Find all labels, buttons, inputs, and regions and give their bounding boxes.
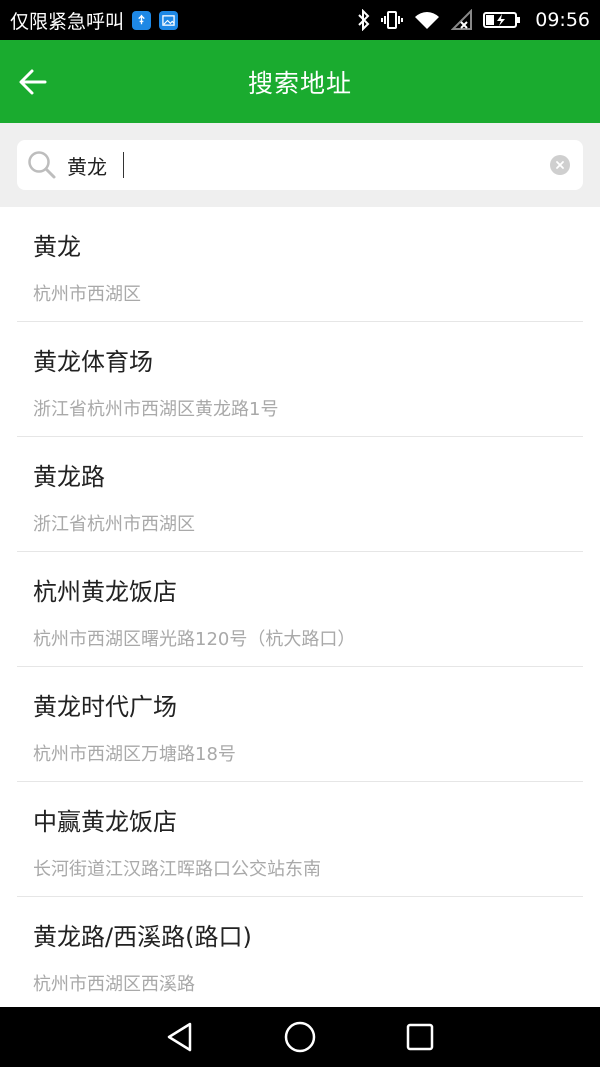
search-box[interactable] [17,140,583,190]
text-caret [123,152,124,178]
result-address: 浙江省杭州市西湖区 [33,514,195,535]
status-right: 09:56 [357,9,590,31]
result-name: 黄龙路/西溪路(路口) [33,923,252,951]
search-icon [28,151,56,179]
nav-home-button[interactable] [276,1013,324,1061]
result-address: 杭州市西湖区万塘路18号 [33,744,236,765]
result-item[interactable]: 黄龙时代广场 杭州市西湖区万塘路18号 [0,667,600,782]
bluetooth-icon [358,9,370,31]
result-address: 杭州市西湖区曙光路120号（杭大路口） [33,629,356,650]
search-area [0,123,600,207]
clear-icon [556,161,564,169]
result-name: 杭州黄龙饭店 [33,578,177,606]
app-bar: 搜索地址 [0,40,600,123]
result-address: 杭州市西湖区西溪路 [33,974,195,995]
back-button[interactable] [12,61,54,103]
result-address: 杭州市西湖区 [33,284,141,305]
result-item[interactable]: 黄龙体育场 浙江省杭州市西湖区黄龙路1号 [0,322,600,437]
image-icon [159,10,179,30]
nav-back-button[interactable] [156,1013,204,1061]
status-bar: 仅限紧急呼叫 09:56 [0,0,600,40]
result-item[interactable]: 黄龙路 浙江省杭州市西湖区 [0,437,600,552]
result-item[interactable]: 黄龙路/西溪路(路口) 杭州市西湖区西溪路 [0,897,600,1007]
carrier-text: 仅限紧急呼叫 [10,10,125,33]
result-item[interactable]: 中赢黄龙饭店 长河街道江汉路江晖路口公交站东南 [0,782,600,897]
system-nav-bar [0,1007,600,1067]
wifi-icon [415,12,440,29]
clear-button[interactable] [550,155,570,175]
result-item[interactable]: 杭州黄龙饭店 杭州市西湖区曙光路120号（杭大路口） [0,552,600,667]
home-circle-icon [284,1021,316,1053]
recents-square-icon [406,1023,434,1051]
status-time: 09:56 [535,9,590,31]
result-address: 长河街道江汉路江晖路口公交站东南 [33,859,321,880]
result-item[interactable]: 黄龙 杭州市西湖区 [0,207,600,322]
search-input[interactable] [67,148,537,182]
results-list: 黄龙 杭州市西湖区 黄龙体育场 浙江省杭州市西湖区黄龙路1号 黄龙路 浙江省杭州… [0,207,600,1007]
page-title: 搜索地址 [247,68,352,98]
result-name: 中赢黄龙饭店 [33,808,177,836]
battery-charging-icon [483,12,521,28]
status-left: 仅限紧急呼叫 [10,7,357,34]
signal-icon [451,9,473,30]
result-address: 浙江省杭州市西湖区黄龙路1号 [33,399,279,420]
usb-icon [132,10,152,30]
result-name: 黄龙体育场 [33,348,153,376]
result-name: 黄龙时代广场 [33,693,177,721]
result-name: 黄龙 [33,233,81,261]
vibrate-icon [381,11,404,29]
back-triangle-icon [167,1022,192,1052]
arrow-left-icon [19,69,47,95]
nav-recents-button[interactable] [396,1013,444,1061]
result-name: 黄龙路 [33,463,105,491]
